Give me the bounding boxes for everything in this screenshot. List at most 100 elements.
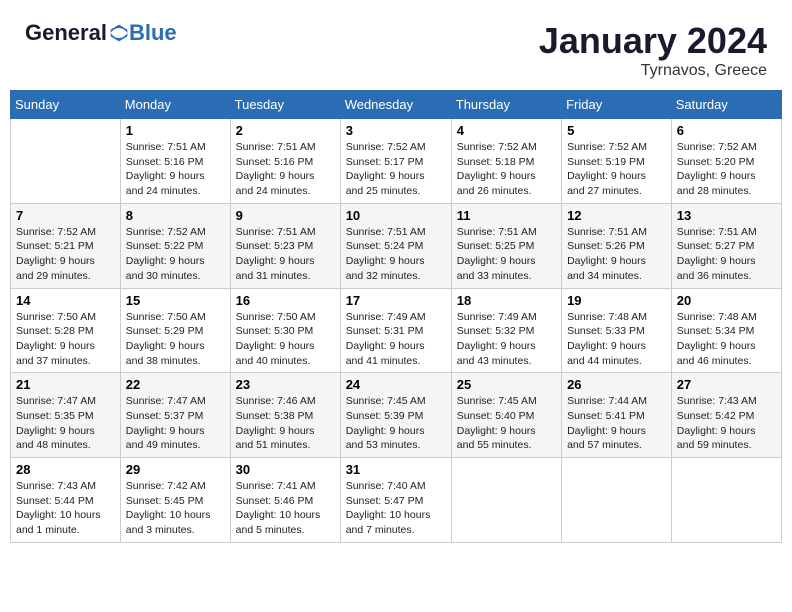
day-info: Sunrise: 7:52 AM Sunset: 5:20 PM Dayligh… [677,140,776,199]
calendar-day-cell: 31Sunrise: 7:40 AM Sunset: 5:47 PM Dayli… [340,458,451,543]
day-number: 26 [567,377,666,392]
day-info: Sunrise: 7:41 AM Sunset: 5:46 PM Dayligh… [236,479,335,538]
calendar-day-cell [11,119,121,204]
day-info: Sunrise: 7:49 AM Sunset: 5:32 PM Dayligh… [457,310,556,369]
day-of-week-header: Saturday [671,91,781,119]
calendar-day-cell: 10Sunrise: 7:51 AM Sunset: 5:24 PM Dayli… [340,203,451,288]
day-number: 1 [126,123,225,138]
calendar-week-row: 21 Sunrise: 7:47 AM Sunset: 5:35 PM Dayli… [11,373,782,458]
day-info: Sunrise: 7:51 AM Sunset: 5:25 PM Dayligh… [457,225,556,284]
day-of-week-header: Friday [562,91,672,119]
day-info: Sunrise: 7:49 AM Sunset: 5:31 PM Dayligh… [346,310,446,369]
day-info: Sunrise: 7:51 AM Sunset: 5:16 PM Dayligh… [126,140,225,199]
calendar-day-cell: 14Sunrise: 7:50 AM Sunset: 5:28 PM Dayli… [11,288,121,373]
calendar-day-cell: 16 Sunrise: 7:50 AM Sunset: 5:30 PM Dayli… [230,288,340,373]
month-title: January 2024 [539,20,767,62]
calendar-day-cell [562,458,672,543]
day-number: 28 [16,462,115,477]
calendar-day-cell: 11 Sunrise: 7:51 AM Sunset: 5:25 PM Dayli… [451,203,561,288]
logo-icon [109,23,129,43]
day-info: Sunrise: 7:52 AM Sunset: 5:18 PM Dayligh… [457,140,556,199]
day-info: Sunrise: 7:46 AM Sunset: 5:38 PM Dayligh… [236,394,335,453]
logo-blue: Blue [129,20,177,46]
location-subtitle: Tyrnavos, Greece [539,62,767,80]
day-info: Sunrise: 7:51 AM Sunset: 5:23 PM Dayligh… [236,225,335,284]
day-info: Sunrise: 7:51 AM Sunset: 5:16 PM Dayligh… [236,140,335,199]
day-number: 18 [457,293,556,308]
calendar-day-cell: 21 Sunrise: 7:47 AM Sunset: 5:35 PM Dayli… [11,373,121,458]
calendar-day-cell: 26 Sunrise: 7:44 AM Sunset: 5:41 PM Dayli… [562,373,672,458]
day-info: Sunrise: 7:51 AM Sunset: 5:27 PM Dayligh… [677,225,776,284]
calendar-day-cell: 7 Sunrise: 7:52 AM Sunset: 5:21 PM Daylig… [11,203,121,288]
day-info: Sunrise: 7:52 AM Sunset: 5:22 PM Dayligh… [126,225,225,284]
calendar-week-row: 14Sunrise: 7:50 AM Sunset: 5:28 PM Dayli… [11,288,782,373]
day-info: Sunrise: 7:44 AM Sunset: 5:41 PM Dayligh… [567,394,666,453]
day-info: Sunrise: 7:51 AM Sunset: 5:26 PM Dayligh… [567,225,666,284]
calendar-day-cell: 6 Sunrise: 7:52 AM Sunset: 5:20 PM Daylig… [671,119,781,204]
calendar-table: SundayMondayTuesdayWednesdayThursdayFrid… [10,90,782,543]
page-header: General Blue January 2024 Tyrnavos, Gree… [10,10,782,85]
day-number: 29 [126,462,225,477]
calendar-day-cell: 9 Sunrise: 7:51 AM Sunset: 5:23 PM Daylig… [230,203,340,288]
day-number: 16 [236,293,335,308]
day-info: Sunrise: 7:45 AM Sunset: 5:40 PM Dayligh… [457,394,556,453]
calendar-day-cell: 19 Sunrise: 7:48 AM Sunset: 5:33 PM Dayli… [562,288,672,373]
calendar-day-cell: 18 Sunrise: 7:49 AM Sunset: 5:32 PM Dayli… [451,288,561,373]
day-number: 20 [677,293,776,308]
day-number: 3 [346,123,446,138]
day-number: 5 [567,123,666,138]
day-of-week-header: Thursday [451,91,561,119]
day-number: 7 [16,208,115,223]
day-number: 9 [236,208,335,223]
calendar-day-cell: 15 Sunrise: 7:50 AM Sunset: 5:29 PM Dayli… [120,288,230,373]
day-info: Sunrise: 7:50 AM Sunset: 5:29 PM Dayligh… [126,310,225,369]
day-info: Sunrise: 7:45 AM Sunset: 5:39 PM Dayligh… [346,394,446,453]
calendar-header-row: SundayMondayTuesdayWednesdayThursdayFrid… [11,91,782,119]
day-of-week-header: Tuesday [230,91,340,119]
day-number: 6 [677,123,776,138]
day-number: 11 [457,208,556,223]
day-info: Sunrise: 7:43 AM Sunset: 5:42 PM Dayligh… [677,394,776,453]
day-info: Sunrise: 7:47 AM Sunset: 5:37 PM Dayligh… [126,394,225,453]
calendar-day-cell: 25Sunrise: 7:45 AM Sunset: 5:40 PM Dayli… [451,373,561,458]
calendar-day-cell: 20Sunrise: 7:48 AM Sunset: 5:34 PM Dayli… [671,288,781,373]
day-of-week-header: Sunday [11,91,121,119]
day-number: 30 [236,462,335,477]
day-number: 8 [126,208,225,223]
day-number: 19 [567,293,666,308]
calendar-day-cell: 4 Sunrise: 7:52 AM Sunset: 5:18 PM Daylig… [451,119,561,204]
calendar-day-cell: 2Sunrise: 7:51 AM Sunset: 5:16 PM Daylig… [230,119,340,204]
day-info: Sunrise: 7:52 AM Sunset: 5:17 PM Dayligh… [346,140,446,199]
calendar-day-cell: 23 Sunrise: 7:46 AM Sunset: 5:38 PM Dayli… [230,373,340,458]
calendar-day-cell: 27 Sunrise: 7:43 AM Sunset: 5:42 PM Dayli… [671,373,781,458]
calendar-day-cell: 1 Sunrise: 7:51 AM Sunset: 5:16 PM Daylig… [120,119,230,204]
day-info: Sunrise: 7:52 AM Sunset: 5:19 PM Dayligh… [567,140,666,199]
calendar-day-cell: 3 Sunrise: 7:52 AM Sunset: 5:17 PM Daylig… [340,119,451,204]
day-number: 31 [346,462,446,477]
day-number: 13 [677,208,776,223]
calendar-day-cell: 29Sunrise: 7:42 AM Sunset: 5:45 PM Dayli… [120,458,230,543]
day-of-week-header: Wednesday [340,91,451,119]
calendar-day-cell [451,458,561,543]
day-number: 4 [457,123,556,138]
day-number: 23 [236,377,335,392]
day-info: Sunrise: 7:50 AM Sunset: 5:28 PM Dayligh… [16,310,115,369]
day-number: 10 [346,208,446,223]
day-info: Sunrise: 7:48 AM Sunset: 5:33 PM Dayligh… [567,310,666,369]
calendar-day-cell: 12 Sunrise: 7:51 AM Sunset: 5:26 PM Dayli… [562,203,672,288]
calendar-day-cell: 8 Sunrise: 7:52 AM Sunset: 5:22 PM Daylig… [120,203,230,288]
day-info: Sunrise: 7:52 AM Sunset: 5:21 PM Dayligh… [16,225,115,284]
day-number: 17 [346,293,446,308]
day-number: 21 [16,377,115,392]
day-number: 27 [677,377,776,392]
day-number: 24 [346,377,446,392]
title-area: January 2024 Tyrnavos, Greece [539,20,767,80]
calendar-week-row: 1 Sunrise: 7:51 AM Sunset: 5:16 PM Daylig… [11,119,782,204]
day-info: Sunrise: 7:47 AM Sunset: 5:35 PM Dayligh… [16,394,115,453]
day-number: 15 [126,293,225,308]
day-info: Sunrise: 7:50 AM Sunset: 5:30 PM Dayligh… [236,310,335,369]
day-number: 12 [567,208,666,223]
calendar-day-cell [671,458,781,543]
calendar-day-cell: 22Sunrise: 7:47 AM Sunset: 5:37 PM Dayli… [120,373,230,458]
logo: General Blue [25,20,177,46]
